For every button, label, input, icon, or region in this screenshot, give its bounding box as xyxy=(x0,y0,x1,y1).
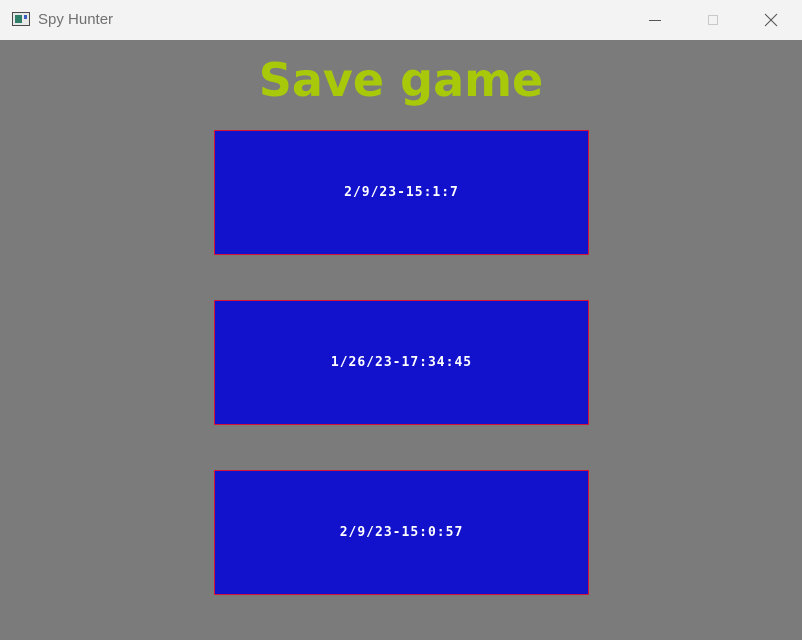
screen-heading: Save game xyxy=(258,53,544,107)
save-slot-label: 2/9/23-15:1:7 xyxy=(344,185,459,200)
app-window-icon xyxy=(12,12,30,26)
close-button[interactable] xyxy=(742,0,800,40)
save-slot-1[interactable]: 2/9/23-15:1:7 xyxy=(214,130,589,255)
game-canvas: Save game 2/9/23-15:1:7 1/26/23-17:34:45… xyxy=(0,40,802,640)
title-bar[interactable]: Spy Hunter xyxy=(0,0,802,40)
save-slot-3[interactable]: 2/9/23-15:0:57 xyxy=(214,470,589,595)
close-icon xyxy=(764,13,778,27)
save-slot-label: 2/9/23-15:0:57 xyxy=(339,525,464,540)
maximize-button[interactable] xyxy=(684,0,742,40)
maximize-icon xyxy=(708,15,718,25)
minimize-icon xyxy=(649,20,661,21)
save-slot-label: 1/26/23-17:34:45 xyxy=(330,355,473,370)
window-title: Spy Hunter xyxy=(38,11,114,28)
game-window: Spy Hunter Save game 2/9/23-15:1:7 1/26/… xyxy=(0,0,802,640)
save-slot-2[interactable]: 1/26/23-17:34:45 xyxy=(214,300,589,425)
minimize-button[interactable] xyxy=(626,0,684,40)
